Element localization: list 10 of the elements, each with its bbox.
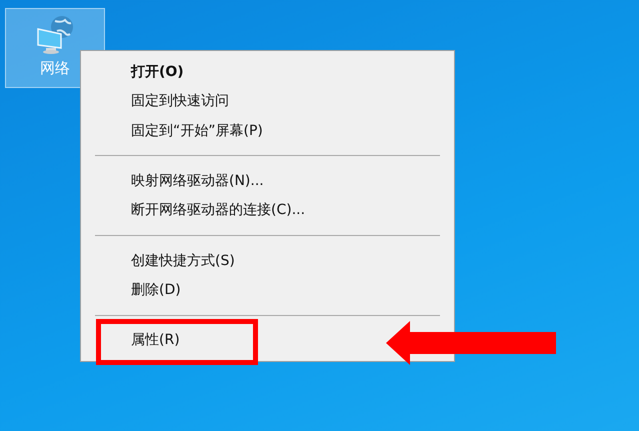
- icon-label: 网络: [40, 59, 70, 78]
- menu-item[interactable]: 属性(R): [131, 329, 180, 352]
- menu-item[interactable]: 删除(D): [131, 279, 181, 302]
- menu-item[interactable]: 固定到“开始”屏幕(P): [131, 120, 263, 142]
- monitor-globe-icon: [35, 15, 75, 55]
- menu-item[interactable]: 固定到快速访问: [131, 90, 229, 112]
- menu-item[interactable]: 断开网络驱动器的连接(C)...: [131, 199, 306, 222]
- menu-item[interactable]: 创建快捷方式(S): [131, 250, 235, 272]
- menu-item[interactable]: 打开(O): [131, 60, 184, 83]
- menu-item[interactable]: 映射网络驱动器(N)...: [131, 170, 264, 192]
